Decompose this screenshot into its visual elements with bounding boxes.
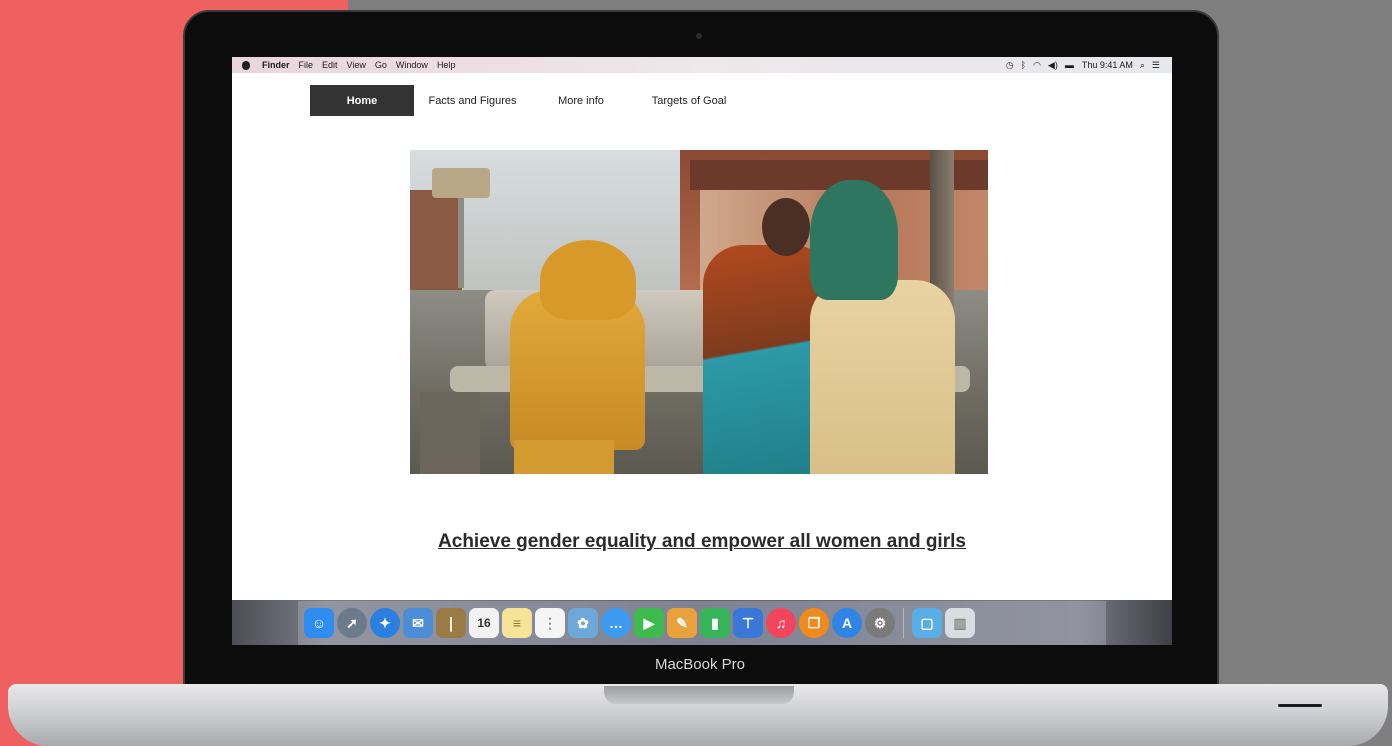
mac-menubar: Finder File Edit View Go Window Help ◷ ᛒ…: [232, 57, 1172, 73]
reminders-icon[interactable]: ⋮: [535, 608, 565, 638]
device-model-label: MacBook Pro: [654, 656, 746, 673]
menubar-clock[interactable]: Thu 9:41 AM: [1082, 60, 1133, 70]
mail-icon[interactable]: ✉: [403, 608, 433, 638]
page-headline[interactable]: Achieve gender equality and empower all …: [232, 531, 1172, 553]
facetime-icon[interactable]: ▶: [634, 608, 664, 638]
bluetooth-icon[interactable]: ᛒ: [1021, 60, 1026, 70]
spotlight-search-icon[interactable]: ⌕: [1140, 60, 1145, 71]
safari-icon[interactable]: ✦: [370, 608, 400, 638]
photos-icon[interactable]: ✿: [568, 608, 598, 638]
nav-home[interactable]: Home: [310, 85, 414, 116]
ibooks-icon[interactable]: ❐: [799, 608, 829, 638]
app-store-icon[interactable]: A: [832, 608, 862, 638]
apple-icon[interactable]: [242, 60, 250, 70]
system-preferences-icon[interactable]: ⚙: [865, 608, 895, 638]
itunes-icon[interactable]: ♫: [766, 608, 796, 638]
finder-icon[interactable]: ☺: [304, 608, 334, 638]
menu-go[interactable]: Go: [375, 60, 387, 70]
wifi-icon[interactable]: ◠: [1033, 60, 1041, 71]
calendar-icon[interactable]: 16: [469, 608, 499, 638]
menu-finder[interactable]: Finder: [262, 60, 290, 70]
keynote-icon[interactable]: ⊤: [733, 608, 763, 638]
dock-icons: ☺ ➚ ✦ ✉ ❘ 16 ≡ ⋮ ✿ … ▶ ✎ ▮ ⊤ ♫ ❐ A ⚙ ▢ ▥: [304, 606, 978, 640]
nav-more-info[interactable]: More info: [527, 85, 635, 116]
menu-edit[interactable]: Edit: [322, 60, 338, 70]
hero-photo: [410, 150, 988, 474]
battery-icon[interactable]: ▬: [1065, 60, 1074, 70]
menu-help[interactable]: Help: [437, 60, 456, 70]
trash-icon[interactable]: ▥: [945, 608, 975, 638]
menubar-status-area: ◷ ᛒ ◠ ◀) ▬ Thu 9:41 AM ⌕ ☰: [999, 57, 1160, 73]
notification-center-icon[interactable]: ☰: [1152, 60, 1160, 71]
numbers-icon[interactable]: ▮: [700, 608, 730, 638]
dock-separator: [903, 608, 904, 638]
menu-view[interactable]: View: [347, 60, 366, 70]
notes-icon[interactable]: ≡: [502, 608, 532, 638]
time-machine-icon[interactable]: ◷: [1006, 60, 1014, 71]
pages-icon[interactable]: ✎: [667, 608, 697, 638]
menu-window[interactable]: Window: [396, 60, 428, 70]
messages-icon[interactable]: …: [601, 608, 631, 638]
laptop-sleep-indicator: [1278, 704, 1322, 707]
nav-facts-and-figures[interactable]: Facts and Figures: [420, 85, 525, 116]
camera-icon: [696, 33, 702, 39]
nav-targets-of-goal[interactable]: Targets of Goal: [637, 85, 741, 116]
volume-icon[interactable]: ◀): [1048, 60, 1058, 71]
laptop-lid-notch: [604, 686, 794, 704]
site-navigation: Home Facts and Figures More info Targets…: [310, 85, 741, 116]
menu-file[interactable]: File: [299, 60, 314, 70]
launchpad-icon[interactable]: ➚: [337, 608, 367, 638]
downloads-folder-icon[interactable]: ▢: [912, 608, 942, 638]
contacts-icon[interactable]: ❘: [436, 608, 466, 638]
laptop-screen: Finder File Edit View Go Window Help ◷ ᛒ…: [232, 57, 1172, 645]
